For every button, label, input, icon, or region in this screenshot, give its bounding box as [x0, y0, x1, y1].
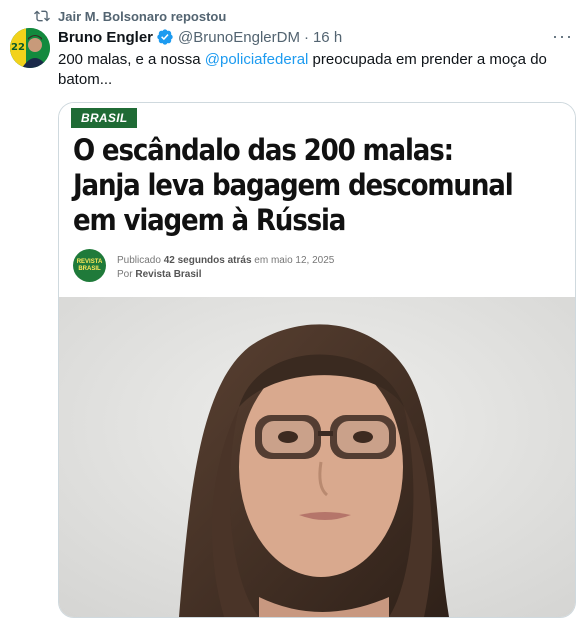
publisher-logo: REVISTA BRASIL	[73, 249, 106, 282]
article-photo	[59, 297, 575, 617]
repost-icon	[34, 10, 50, 22]
article-headline: O escândalo das 200 malas: Janja leva ba…	[73, 133, 514, 237]
tweet-text-before: 200 malas, e a nossa	[58, 51, 205, 68]
repost-indicator[interactable]: Jair M. Bolsonaro repostou	[34, 8, 226, 24]
tweet-text: 200 malas, e a nossa @policiafederal pre…	[58, 50, 573, 90]
publish-date-line: Publicado 42 segundos atrás em maio 12, …	[117, 255, 335, 266]
media-card[interactable]: BRASIL O escândalo das 200 malas: Janja …	[58, 102, 576, 618]
tweet-header: Bruno Engler @BrunoEnglerDM · 16 h ···	[58, 26, 573, 47]
avatar-image: 22	[10, 28, 50, 68]
author-name[interactable]: Bruno Engler	[58, 29, 153, 46]
avatar[interactable]: 22	[10, 28, 50, 68]
repost-label: Jair M. Bolsonaro repostou	[58, 8, 227, 24]
publish-meta: Publicado 42 segundos atrás em maio 12, …	[117, 254, 334, 282]
category-tag: BRASIL	[71, 108, 138, 128]
svg-text:22: 22	[11, 42, 25, 53]
article-header: BRASIL O escândalo das 200 malas: Janja …	[59, 103, 575, 297]
author-line: Por Revista Brasil	[117, 269, 202, 280]
verified-badge-icon[interactable]	[156, 28, 174, 46]
portrait-image	[59, 297, 575, 617]
separator-dot: ·	[303, 28, 309, 46]
author-handle[interactable]: @BrunoEnglerDM	[178, 29, 300, 46]
mention-link[interactable]: @policiafederal	[205, 51, 309, 68]
timestamp[interactable]: 16 h	[313, 29, 342, 46]
more-options-icon[interactable]: ···	[552, 26, 573, 47]
